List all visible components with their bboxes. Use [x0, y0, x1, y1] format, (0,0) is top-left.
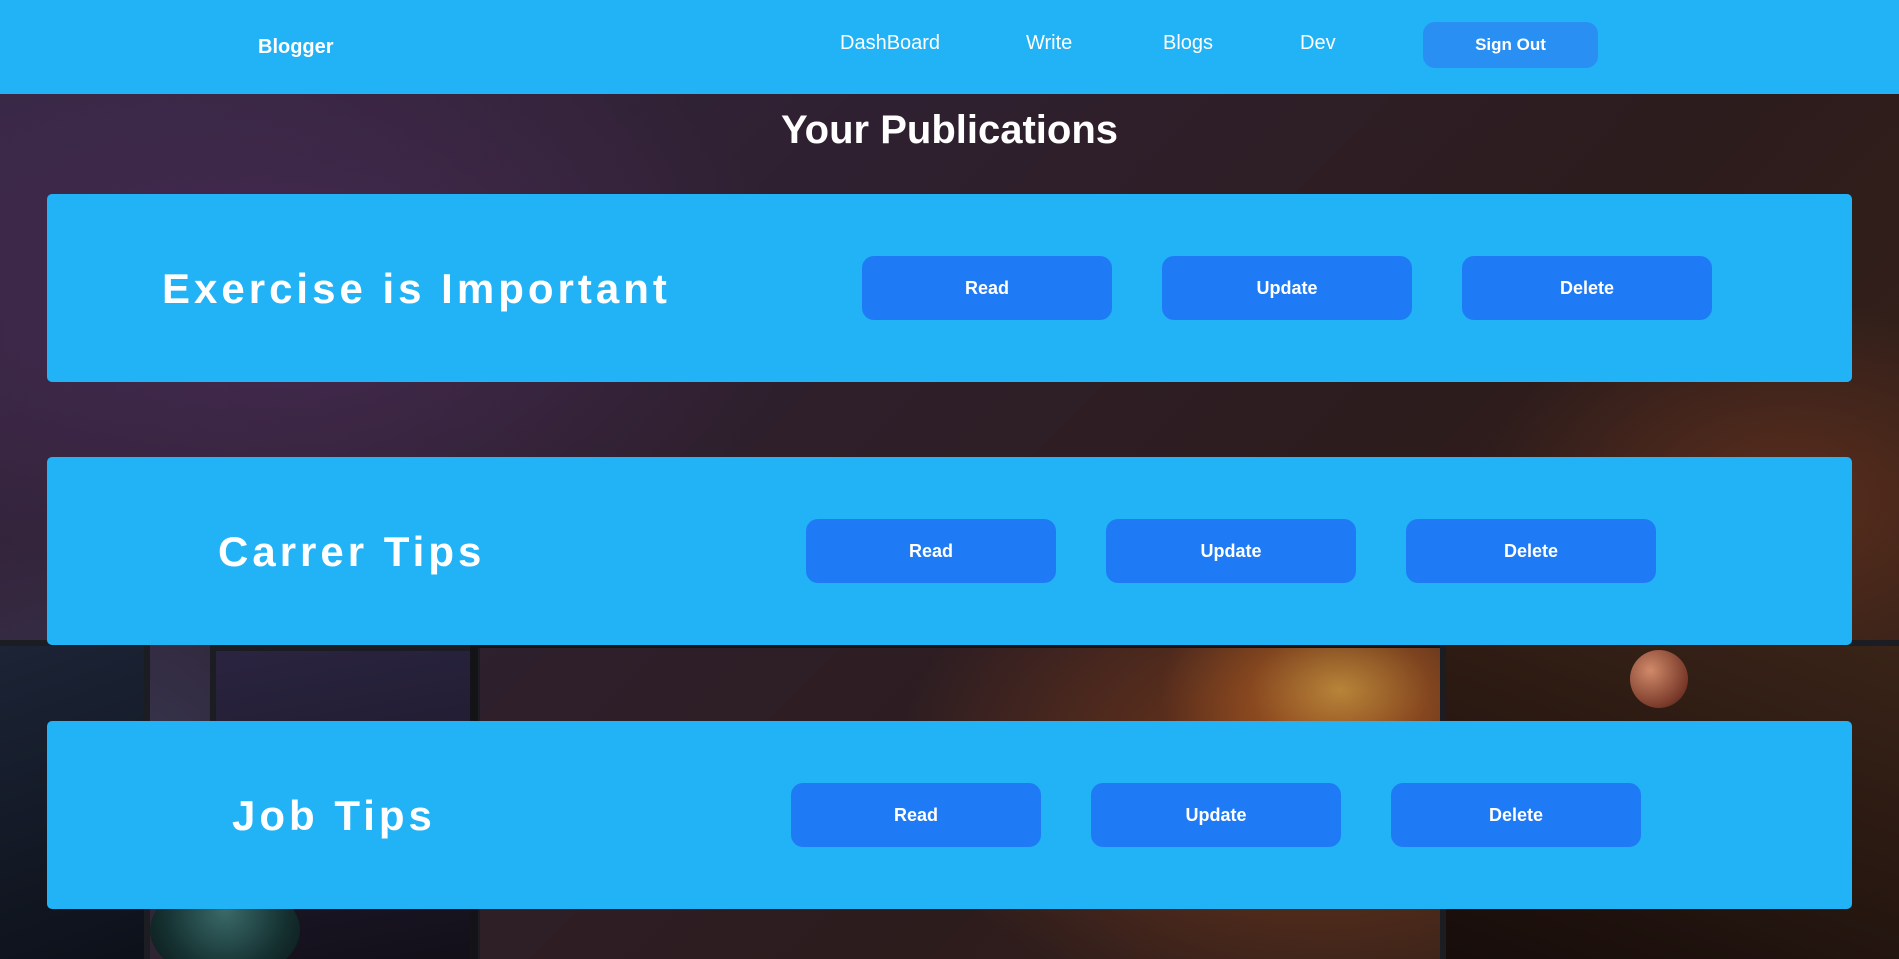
read-button[interactable]: Read [862, 256, 1112, 320]
delete-button[interactable]: Delete [1406, 519, 1656, 583]
update-button[interactable]: Update [1106, 519, 1356, 583]
read-button[interactable]: Read [791, 783, 1041, 847]
page-title: Your Publications [780, 108, 1119, 152]
update-button[interactable]: Update [1162, 256, 1412, 320]
top-navbar: Blogger DashBoard Write Blogs Dev Sign O… [0, 0, 1899, 94]
update-button[interactable]: Update [1091, 783, 1341, 847]
nav-link-dashboard[interactable]: DashBoard [840, 32, 940, 55]
publication-card: Carrer Tips Read Update Delete [47, 457, 1852, 645]
delete-button[interactable]: Delete [1462, 256, 1712, 320]
publication-card: Exercise is Important Read Update Delete [47, 194, 1852, 382]
nav-link-blogs[interactable]: Blogs [1163, 32, 1213, 55]
brand-logo[interactable]: Blogger [258, 36, 334, 59]
background-planet [1630, 650, 1688, 708]
publication-card: Job Tips Read Update Delete [47, 721, 1852, 909]
sign-out-button[interactable]: Sign Out [1423, 22, 1598, 68]
read-button[interactable]: Read [806, 519, 1056, 583]
publication-title: Exercise is Important [162, 265, 671, 312]
nav-link-write[interactable]: Write [1026, 32, 1072, 55]
publication-title: Carrer Tips [218, 528, 486, 575]
nav-link-dev[interactable]: Dev [1300, 32, 1336, 55]
publication-title: Job Tips [232, 792, 436, 839]
delete-button[interactable]: Delete [1391, 783, 1641, 847]
